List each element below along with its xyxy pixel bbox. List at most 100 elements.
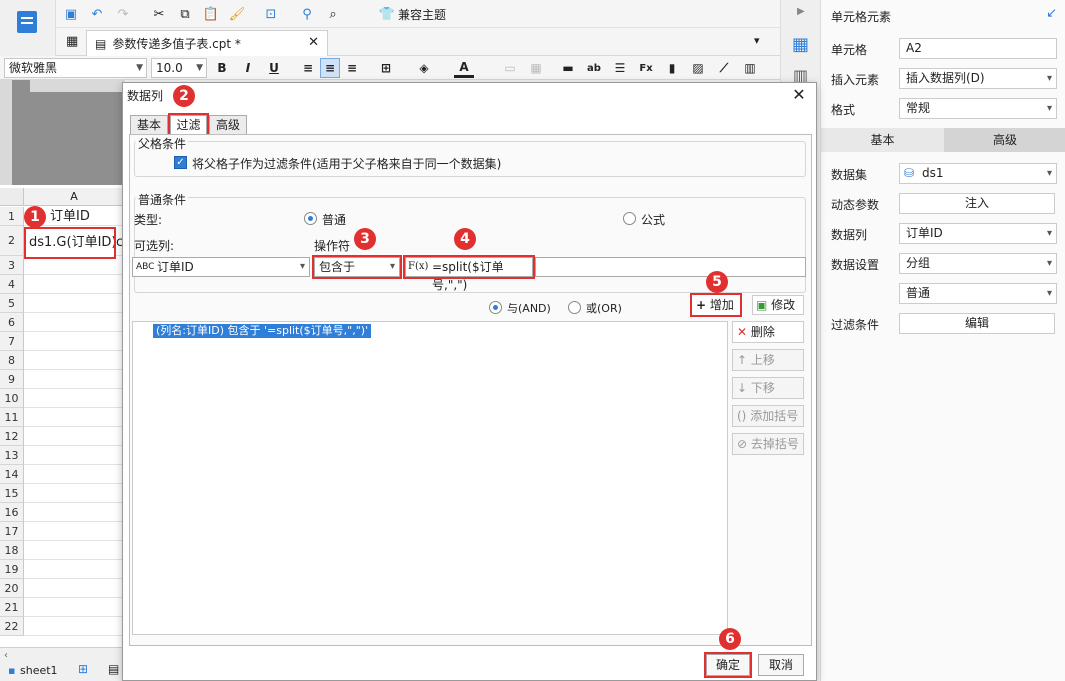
row-header[interactable]: 10 <box>0 389 24 408</box>
unmerge-icon[interactable]: ▦ <box>526 58 546 78</box>
grid-row[interactable] <box>24 598 125 617</box>
cell-input[interactable]: A2 <box>899 38 1057 59</box>
cut-icon[interactable]: ✂ <box>150 5 168 23</box>
search-icon[interactable]: ⌕ <box>324 5 342 23</box>
cell-element-icon[interactable]: ▦ <box>792 34 809 55</box>
add-paren-button[interactable]: () 添加括号 <box>732 405 804 427</box>
cancel-button[interactable]: 取消 <box>758 654 804 676</box>
formula-icon[interactable]: F(x) <box>408 258 428 276</box>
grid-row[interactable] <box>24 579 125 598</box>
data-setting-select[interactable]: 分组 ▾ <box>899 253 1057 274</box>
modify-button[interactable]: ▣ 修改 <box>752 295 804 315</box>
grid-row[interactable] <box>24 275 125 294</box>
move-up-button[interactable]: ↑ 上移 <box>732 349 804 371</box>
fill-color-icon[interactable]: ◈ <box>414 58 434 78</box>
font-size-select[interactable]: 10.0 ▼ <box>151 58 207 78</box>
tab-advanced[interactable]: 高级 <box>209 115 247 135</box>
merge-icon[interactable]: ▭ <box>500 58 520 78</box>
add-report-icon[interactable]: ▤ <box>108 662 119 676</box>
grid-row[interactable] <box>24 389 125 408</box>
paste-icon[interactable]: 📋 <box>202 5 220 23</box>
formula-icon[interactable]: Fx <box>636 58 656 78</box>
sheet-tab[interactable]: sheet1 <box>20 664 58 677</box>
tab-menu-icon[interactable]: ▾ <box>754 34 760 47</box>
font-family-select[interactable]: 微软雅黑 ▼ <box>4 58 147 78</box>
row-header[interactable]: 12 <box>0 427 24 446</box>
row-header[interactable]: 21 <box>0 598 24 617</box>
app-logo-icon[interactable] <box>13 8 43 38</box>
type-formula-radio[interactable] <box>623 212 636 225</box>
inject-button[interactable]: 注入 <box>899 193 1055 214</box>
close-icon[interactable]: ✕ <box>790 86 808 104</box>
row-header[interactable]: 6 <box>0 313 24 332</box>
grid-row[interactable] <box>24 256 125 275</box>
row-header[interactable]: 8 <box>0 351 24 370</box>
format-painter-icon[interactable]: 🖌 <box>228 5 246 23</box>
plugin-icon[interactable]: ⚲ <box>298 5 316 23</box>
rich-text-icon[interactable]: ☰ <box>610 58 630 78</box>
align-right-icon[interactable]: ≡ <box>342 58 362 78</box>
grid-row[interactable] <box>24 617 125 636</box>
grid-row[interactable] <box>24 522 125 541</box>
image-icon[interactable]: ▨ <box>688 58 708 78</box>
close-tab-icon[interactable]: ✕ <box>308 35 319 50</box>
text-icon[interactable]: ab <box>584 58 604 78</box>
row-header[interactable]: 14 <box>0 465 24 484</box>
column-header-a[interactable]: A <box>24 188 125 206</box>
and-radio[interactable] <box>489 301 502 314</box>
grid-row[interactable] <box>24 503 125 522</box>
filter-edit-button[interactable]: 编辑 <box>899 313 1055 334</box>
collapse-icon[interactable]: ↙ <box>1046 6 1057 21</box>
condition-item[interactable]: (列名:订单ID) 包含于 '=split($订单号,",")' <box>153 324 372 338</box>
row-header[interactable]: 20 <box>0 579 24 598</box>
align-left-icon[interactable]: ≡ <box>298 58 318 78</box>
insert-cell-icon[interactable]: ▬ <box>558 58 578 78</box>
tab-basic[interactable]: 基本 <box>130 115 168 135</box>
type-normal-radio[interactable] <box>304 212 317 225</box>
dataset-select[interactable]: ⛁ ds1 ▾ <box>899 163 1057 184</box>
row-header[interactable]: 7 <box>0 332 24 351</box>
operator-select[interactable]: 包含于 ▾ <box>312 255 402 279</box>
row-header[interactable]: 15 <box>0 484 24 503</box>
chevron-left-icon[interactable]: ‹ <box>4 650 8 661</box>
tab-advanced[interactable]: 高级 <box>944 128 1065 152</box>
grid-row[interactable] <box>24 370 125 389</box>
grid-corner[interactable] <box>0 188 24 206</box>
grid-row[interactable] <box>24 427 125 446</box>
insert-select[interactable]: 插入数据列(D) ▾ <box>899 68 1057 89</box>
subreport-icon[interactable]: ▥ <box>740 58 760 78</box>
ok-button[interactable]: 确定 <box>704 652 752 678</box>
grid-row[interactable] <box>24 541 125 560</box>
row-header[interactable]: 13 <box>0 446 24 465</box>
underline-button[interactable]: U <box>264 58 284 78</box>
column-select[interactable]: ABC 订单ID ▾ <box>132 257 310 277</box>
row-header[interactable]: 3 <box>0 256 24 275</box>
chart-icon[interactable]: ▮ <box>662 58 682 78</box>
italic-button[interactable]: I <box>238 58 258 78</box>
datacol-select[interactable]: 订单ID ▾ <box>899 223 1057 244</box>
row-header[interactable]: 16 <box>0 503 24 522</box>
data-setting-sub-select[interactable]: 普通 ▾ <box>899 283 1057 304</box>
row-header[interactable]: 5 <box>0 294 24 313</box>
compat-theme-button[interactable]: 兼容主题 <box>398 6 446 23</box>
tab-filter[interactable]: 过滤 <box>168 113 209 137</box>
delete-button[interactable]: ✕ 删除 <box>732 321 804 343</box>
row-header[interactable]: 19 <box>0 560 24 579</box>
add-button[interactable]: + 增加 <box>690 293 742 317</box>
format-select[interactable]: 常规 ▾ <box>899 98 1057 119</box>
chevron-right-icon[interactable]: ▶ <box>797 6 805 17</box>
condition-list[interactable]: (列名:订单ID) 包含于 '=split($订单号,",")' <box>132 321 728 635</box>
border-icon[interactable]: ⊞ <box>376 58 396 78</box>
file-tab[interactable]: ▤ 参数传递多值子表.cpt * ✕ <box>86 30 328 56</box>
value-input-extension[interactable] <box>535 257 806 277</box>
grid-row[interactable] <box>24 446 125 465</box>
save-icon[interactable]: ▣ <box>62 5 80 23</box>
grid-row[interactable] <box>24 408 125 427</box>
grid-row[interactable] <box>24 332 125 351</box>
remove-paren-button[interactable]: ⊘ 去掉括号 <box>732 433 804 455</box>
copy-icon[interactable]: ⧉ <box>176 5 194 23</box>
preview-icon[interactable]: ⊡ <box>262 5 280 23</box>
font-color-icon[interactable]: A <box>454 58 474 78</box>
move-down-button[interactable]: ↓ 下移 <box>732 377 804 399</box>
slash-icon[interactable]: ⟋ <box>714 58 734 78</box>
